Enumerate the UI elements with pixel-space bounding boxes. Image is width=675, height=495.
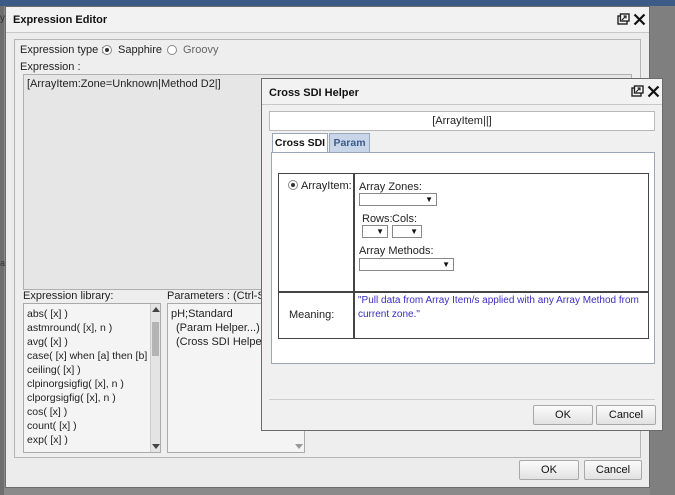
radio-array-item[interactable] [288, 180, 298, 190]
meaning-description: "Pull data from Array Item/s applied wit… [358, 295, 639, 320]
dropdown-arrow-icon: ▼ [376, 227, 384, 236]
dropdown-arrow-icon: ▼ [425, 195, 433, 204]
list-item[interactable]: abs( [x] ) [27, 308, 68, 320]
radio-sapphire-label[interactable]: Sapphire [118, 44, 162, 56]
cols-label: Cols: [392, 213, 418, 225]
rows-select[interactable]: ▼ [362, 225, 388, 238]
array-methods-label: Array Methods: [359, 245, 434, 257]
expression-label: Expression : [20, 61, 81, 73]
list-item[interactable]: (Param Helper...) [176, 322, 260, 334]
cross-sdi-tab-panel: ArrayItem: Array Zones: ▼ Rows: Cols: ▼ … [271, 152, 655, 364]
radio-groovy-label[interactable]: Groovy [183, 44, 218, 56]
cross-sdi-helper-titlebar: Cross SDI Helper [262, 79, 662, 105]
cancel-button[interactable]: Cancel [584, 460, 642, 480]
array-zones-label: Array Zones: [359, 181, 422, 193]
close-icon[interactable] [647, 85, 660, 98]
array-methods-select[interactable]: ▼ [359, 258, 454, 271]
dropdown-arrow-icon: ▼ [410, 227, 418, 236]
maximize-icon[interactable] [617, 13, 630, 26]
list-item[interactable]: astmround( [x], n ) [27, 322, 112, 334]
radio-sapphire[interactable] [102, 45, 112, 55]
cols-select[interactable]: ▼ [392, 225, 422, 238]
scrollbar-thumb[interactable] [152, 322, 159, 356]
expression-library-list[interactable]: abs( [x] ) astmround( [x], n ) avg( [x] … [23, 303, 161, 453]
cancel-button[interactable]: Cancel [596, 405, 656, 425]
sdi-expression-preview: [ArrayItem||] [269, 111, 655, 131]
maximize-icon[interactable] [631, 85, 644, 98]
expression-value: [ArrayItem:Zone=Unknown|Method D2|] [27, 78, 221, 90]
tab-param[interactable]: Param [329, 133, 370, 152]
array-item-table: ArrayItem: Array Zones: ▼ Rows: Cols: ▼ … [278, 173, 649, 339]
scroll-down-icon[interactable] [152, 444, 160, 450]
meaning-label: Meaning: [289, 309, 335, 321]
list-item[interactable]: clporgsigfig( [x], n ) [27, 392, 116, 404]
table-divider [279, 291, 648, 293]
expression-type-label: Expression type : [20, 44, 105, 56]
table-divider [353, 174, 355, 338]
list-item[interactable]: pH;Standard [171, 308, 233, 320]
radio-groovy[interactable] [167, 45, 177, 55]
list-item[interactable]: clpinorgsigfig( [x], n ) [27, 378, 124, 390]
dialog-title: Expression Editor [13, 14, 108, 26]
tab-cross-sdi[interactable]: Cross SDI [272, 133, 328, 152]
scroll-up-icon[interactable] [152, 306, 160, 312]
background-left-strip [0, 6, 4, 495]
expression-editor-titlebar: Expression Editor [6, 7, 649, 33]
expression-library-label: Expression library: [23, 290, 114, 302]
ok-button[interactable]: OK [533, 405, 593, 425]
array-zones-select[interactable]: ▼ [359, 193, 437, 206]
ok-button[interactable]: OK [519, 460, 579, 480]
dialog-title: Cross SDI Helper [269, 87, 359, 99]
list-item[interactable]: count( [x] ) [27, 420, 77, 432]
list-item[interactable]: case( [x] when [a] then [b] w [27, 350, 158, 362]
rows-label: Rows: [362, 213, 393, 225]
list-item[interactable]: avg( [x] ) [27, 336, 68, 348]
list-item[interactable]: cos( [x] ) [27, 406, 67, 418]
list-item[interactable]: ceiling( [x] ) [27, 364, 81, 376]
library-scrollbar[interactable] [150, 304, 160, 452]
dropdown-arrow-icon: ▼ [442, 260, 450, 269]
scroll-down-icon[interactable] [295, 444, 303, 450]
list-item[interactable]: exp( [x] ) [27, 434, 68, 446]
footer-divider [269, 399, 655, 400]
cross-sdi-helper-dialog: Cross SDI Helper [ArrayItem||] Cross SDI… [261, 78, 663, 431]
close-icon[interactable] [633, 13, 646, 26]
array-item-option-label[interactable]: ArrayItem: [301, 180, 352, 192]
